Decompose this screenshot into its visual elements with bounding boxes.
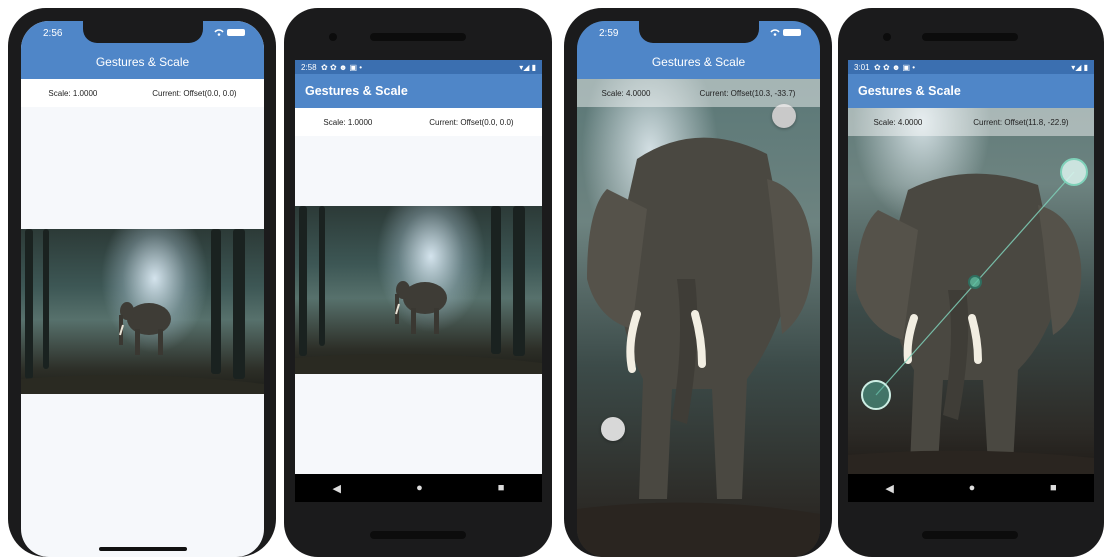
status-time: 3:01 [854,62,870,72]
elephant-image[interactable] [295,206,542,374]
app-bar: Gestures & Scale [21,45,264,79]
notch [639,21,759,43]
status-time: 2:56 [43,27,63,39]
app-bar: Gestures & Scale [577,45,820,79]
offset-label: Current: Offset(0.0, 0.0) [152,88,237,98]
info-bar: Scale: 1.0000 Current: Offset(0.0, 0.0) [21,79,264,107]
status-time: 2:59 [599,27,619,39]
scale-label: Scale: 4.0000 [873,117,923,127]
page-title: Gestures & Scale [95,55,190,69]
offset-label: Current: Offset(0.0, 0.0) [429,117,514,127]
touch-point-marker [772,104,796,128]
focal-point-marker [968,275,982,289]
recent-apps-icon[interactable]: ■ [1050,482,1057,494]
screen-1: 2:56 Gestures & Scale Scale: 1.0000 Curr… [21,21,264,557]
home-icon[interactable]: ● [969,482,976,494]
speaker [922,33,1018,41]
screen-2: 2:58 ✿ ✿ ☻ ▣ • ▾◢ ▮ Gestures & Scale Sca… [295,60,542,502]
page-title: Gestures & Scale [651,55,746,69]
status-bar: 2:58 ✿ ✿ ☻ ▣ • ▾◢ ▮ [295,60,542,74]
back-icon[interactable]: ◀ [885,482,893,495]
phone-android-2: 2:58 ✿ ✿ ☻ ▣ • ▾◢ ▮ Gestures & Scale Sca… [284,8,552,557]
info-bar: Scale: 4.0000 Current: Offset(11.8, -22.… [848,108,1094,136]
page-title: Gestures & Scale [305,84,408,98]
phone-android-4: 3:01 ✿ ✿ ☻ ▣ • ▾◢ ▮ Gestures & Scale Sca… [838,8,1104,557]
status-left: 2:58 ✿ ✿ ☻ ▣ • [301,63,362,72]
touch-point-marker [861,380,891,410]
offset-label: Current: Offset(10.3, -33.7) [699,88,796,98]
info-bar: Scale: 4.0000 Current: Offset(10.3, -33.… [577,79,820,107]
app-bar: Gestures & Scale [295,74,542,108]
wifi-battery-icons [768,27,804,40]
app-bar: Gestures & Scale [848,74,1094,108]
status-time: 2:58 [301,62,317,72]
screen-3: 2:59 Gestures & Scale Scale: 4.0000 Curr… [577,21,820,557]
wifi-battery-icons [212,27,248,40]
recent-apps-icon[interactable]: ■ [498,482,505,494]
home-indicator[interactable] [98,547,187,551]
phone-ios-1: 2:56 Gestures & Scale Scale: 1.0000 Curr… [8,8,276,557]
offset-label: Current: Offset(11.8, -22.9) [973,117,1069,127]
scale-label: Scale: 1.0000 [323,117,373,127]
settings-notification-icons: ✿ ✿ ☻ ▣ • [871,62,916,72]
home-icon[interactable]: ● [416,482,423,494]
status-left: 3:01 ✿ ✿ ☻ ▣ • [854,63,915,72]
scale-label: Scale: 4.0000 [601,88,651,98]
scale-label: Scale: 1.0000 [48,88,98,98]
speaker [370,33,466,41]
phone-ios-3: 2:59 Gestures & Scale Scale: 4.0000 Curr… [564,8,832,557]
touch-point-marker [601,417,625,441]
touch-point-marker [1060,158,1088,186]
android-nav-bar: ◀ ● ■ [848,474,1094,502]
screen-4: 3:01 ✿ ✿ ☻ ▣ • ▾◢ ▮ Gestures & Scale Sca… [848,60,1094,502]
speaker-bottom [922,531,1018,539]
wifi-signal-battery-icons: ▾◢ ▮ [1071,62,1088,72]
page-title: Gestures & Scale [858,84,961,98]
back-icon[interactable]: ◀ [333,482,341,495]
elephant-image[interactable] [21,229,264,394]
settings-notification-icons: ✿ ✿ ☻ ▣ • [318,62,363,72]
speaker-bottom [370,531,466,539]
android-nav-bar: ◀ ● ■ [295,474,542,502]
notch [83,21,203,43]
info-bar: Scale: 1.0000 Current: Offset(0.0, 0.0) [295,108,542,136]
wifi-signal-battery-icons: ▾◢ ▮ [519,62,536,72]
front-camera [883,33,891,41]
front-camera [329,33,337,41]
elephant-image[interactable] [577,79,820,557]
status-bar: 3:01 ✿ ✿ ☻ ▣ • ▾◢ ▮ [848,60,1094,74]
